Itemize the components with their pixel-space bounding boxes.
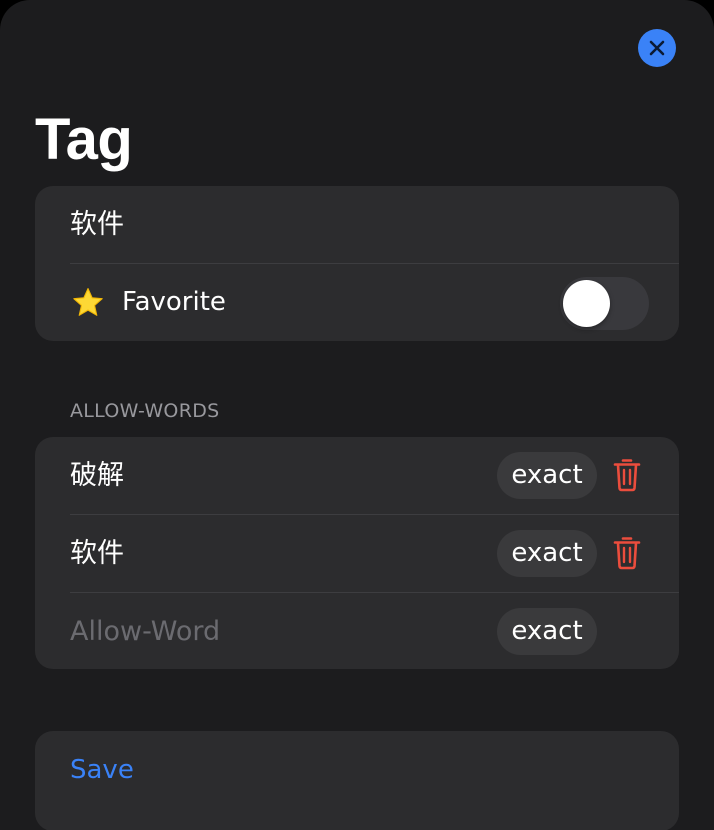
- new-allow-word-row: Allow-Word exact: [35, 593, 679, 669]
- list-item: 软件 exact: [35, 515, 679, 592]
- tag-name-row[interactable]: 软件: [35, 186, 679, 263]
- allow-words-group: 破解 exact 软件 exact Allow-Word exact: [35, 437, 679, 669]
- favorite-label: Favorite: [122, 287, 226, 317]
- save-button[interactable]: Save: [70, 731, 134, 809]
- tag-name-field[interactable]: 软件: [70, 186, 124, 263]
- tag-settings-group: 软件 Favorite: [35, 186, 679, 341]
- tag-sheet: Tag 软件 Favorite ALLOW-WORDS 破解 exact 软件 …: [0, 0, 714, 830]
- trash-icon[interactable]: [613, 536, 641, 570]
- allow-word-text[interactable]: 软件: [70, 515, 124, 592]
- match-type-button[interactable]: exact: [497, 452, 597, 499]
- close-icon: [649, 40, 665, 56]
- star-icon: [73, 287, 103, 316]
- favorite-row: Favorite: [35, 264, 679, 341]
- toggle-knob: [563, 280, 610, 327]
- favorite-toggle[interactable]: [560, 277, 649, 330]
- match-type-button[interactable]: exact: [497, 530, 597, 577]
- trash-icon[interactable]: [613, 458, 641, 492]
- page-title: Tag: [35, 107, 133, 172]
- allow-word-input[interactable]: Allow-Word: [70, 593, 220, 669]
- close-button[interactable]: [638, 29, 676, 67]
- allow-word-text[interactable]: 破解: [70, 437, 124, 514]
- match-type-button[interactable]: exact: [497, 608, 597, 655]
- list-item: 破解 exact: [35, 437, 679, 514]
- allow-words-header: ALLOW-WORDS: [70, 400, 220, 422]
- save-group: Save: [35, 731, 679, 830]
